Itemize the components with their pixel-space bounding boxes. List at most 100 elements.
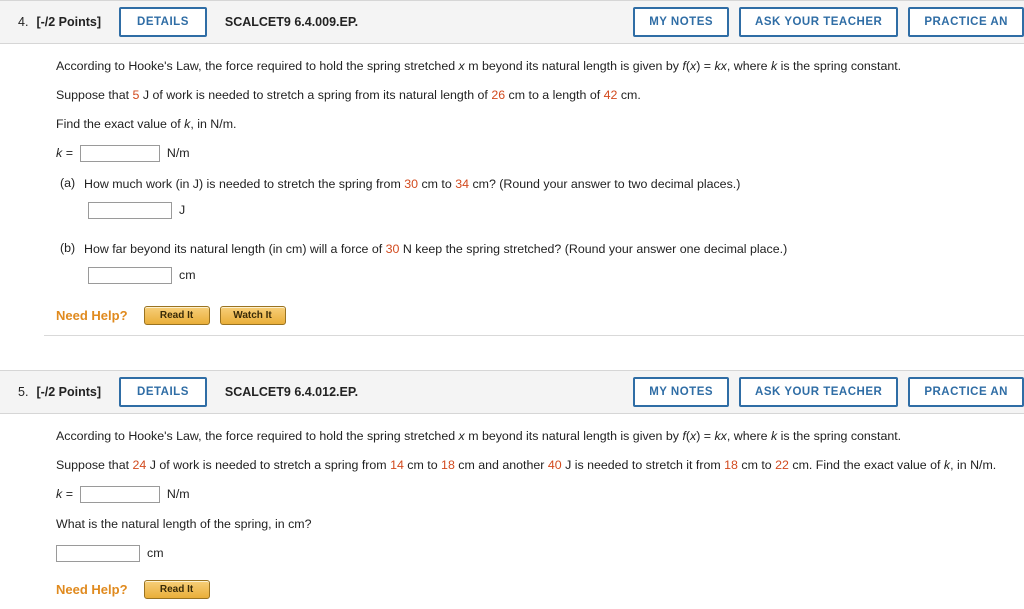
part-a-answer-input[interactable] <box>88 201 172 219</box>
my-notes-button[interactable]: MY NOTES <box>633 7 730 37</box>
problem-5-intro: According to Hooke's Law, the force requ… <box>56 428 1024 446</box>
part-a-value-2: 34 <box>455 176 469 191</box>
find-post: , in N/m. <box>190 116 237 131</box>
part-a-text-mid: cm to <box>418 176 456 191</box>
suppose-seg-1: J of work is needed to stretch a spring … <box>146 457 391 472</box>
problem-5-points: [-/2 Points] <box>36 384 102 399</box>
intro-text-b: m beyond its natural length is given by <box>464 428 683 443</box>
suppose-seg-3: cm and another <box>454 457 548 472</box>
suppose-pre: Suppose that <box>56 457 133 472</box>
problem-4-header: 4. [-/2 Points] DETAILS SCALCET9 6.4.009… <box>0 0 1024 44</box>
problem-4-number: 4. <box>18 15 29 29</box>
read-it-button[interactable]: Read It <box>143 305 210 325</box>
suppose-seg-6: cm. Find the exact value of <box>788 457 944 472</box>
part-b-value-1: 30 <box>385 241 400 256</box>
problem-4-part-a: (a) How much work (in J) is needed to st… <box>56 176 1024 219</box>
part-b-answer-input[interactable] <box>88 266 172 284</box>
my-notes-button[interactable]: MY NOTES <box>633 376 730 407</box>
suppose-end: cm. <box>617 87 641 102</box>
part-a-text: How much work (in J) is needed to stretc… <box>84 176 740 194</box>
natural-length-input[interactable] <box>56 544 140 562</box>
problem-5-header: 5. [-/2 Points] DETAILS SCALCET9 6.4.012… <box>0 369 1024 414</box>
part-b-text-pre: How far beyond its natural length (in cm… <box>84 241 386 256</box>
part-a-answer-row: J <box>88 201 1024 219</box>
details-button[interactable]: DETAILS <box>119 7 207 37</box>
suppose-mid-1: J of work is needed to stretch a spring … <box>139 87 492 102</box>
intro-text-a: According to Hooke's Law, the force requ… <box>56 428 459 443</box>
intro-text-d: ) = <box>696 59 715 73</box>
part-a-text-pre: How much work (in J) is needed to stretc… <box>84 176 405 191</box>
part-a-text-post: cm? (Round your answer to two decimal pl… <box>469 176 741 191</box>
suppose-seg-4: J is needed to stretch it from <box>561 457 725 472</box>
k-unit-label: N/m <box>166 487 190 502</box>
k-value-input[interactable] <box>79 485 160 503</box>
intro-text-e: , where <box>726 59 771 73</box>
part-a-value-1: 30 <box>404 176 419 191</box>
k-label: k = <box>56 146 73 161</box>
problem-4-points: [-/2 Points] <box>36 15 102 29</box>
problem-5-need-help: Need Help? Read It <box>56 579 1024 599</box>
problem-4: 4. [-/2 Points] DETAILS SCALCET9 6.4.009… <box>0 0 1024 336</box>
part-a-unit-label: J <box>179 203 186 218</box>
suppose-mid-2: cm to a length of <box>505 87 604 102</box>
intro-text-e: , where <box>726 428 771 443</box>
part-b-text: How far beyond its natural length (in cm… <box>84 241 787 259</box>
problems-gap <box>0 335 1024 370</box>
problem-5-body: According to Hooke's Law, the force requ… <box>0 414 1024 609</box>
watch-it-button[interactable]: Watch It <box>219 305 286 325</box>
problem-5-header-actions: MY NOTES ASK YOUR TEACHER PRACTICE AN <box>633 376 1024 407</box>
problem-4-divider <box>44 334 1024 336</box>
problem-4-intro: According to Hooke's Law, the force requ… <box>56 58 1024 76</box>
k-value-input[interactable] <box>79 144 160 162</box>
practice-another-button[interactable]: PRACTICE AN <box>908 376 1024 407</box>
details-button[interactable]: DETAILS <box>119 376 207 407</box>
intro-text-f: is the spring constant. <box>777 428 902 443</box>
problem-5-suppose: Suppose that 24 J of work is needed to s… <box>56 457 1024 475</box>
part-a-row: (a) How much work (in J) is needed to st… <box>56 176 1024 194</box>
k-unit-label: N/m <box>166 146 190 161</box>
problem-4-part-b: (b) How far beyond its natural length (i… <box>56 241 1024 284</box>
part-b-letter: (b) <box>60 240 76 255</box>
part-b-text-mid: N keep the spring stretched? (Round your… <box>399 241 788 256</box>
ask-your-teacher-button[interactable]: ASK YOUR TEACHER <box>739 7 899 37</box>
suppose-seg-7: , in N/m. <box>950 457 997 472</box>
intro-text-d: ) = <box>696 428 715 443</box>
find-pre: Find the exact value of <box>56 116 185 131</box>
intro-text-a: According to Hooke's Law, the force requ… <box>56 59 459 73</box>
problem-5-question: What is the natural length of the spring… <box>56 516 312 531</box>
suppose-seg-5: cm to <box>737 457 776 472</box>
problem-4-find: Find the exact value of k, in N/m. <box>56 116 1024 134</box>
intro-text-f: is the spring constant. <box>777 59 902 73</box>
suppose-work-2: 40 <box>547 457 562 472</box>
problem-4-need-help: Need Help? Read It Watch It <box>56 305 1024 325</box>
problem-5-natural-length-row: cm <box>56 544 1024 562</box>
need-help-label: Need Help? <box>56 307 128 323</box>
need-help-label: Need Help? <box>56 581 128 597</box>
practice-another-button[interactable]: PRACTICE AN <box>908 7 1024 37</box>
problem-4-header-actions: MY NOTES ASK YOUR TEACHER PRACTICE AN <box>633 7 1024 37</box>
suppose-value-1: 14 <box>390 457 404 472</box>
suppose-pre: Suppose that <box>56 87 133 102</box>
part-b-answer-row: cm <box>88 266 1024 284</box>
read-it-button[interactable]: Read It <box>143 579 210 599</box>
intro-text-b: m beyond its natural length is given by <box>464 59 683 73</box>
problem-5-k-answer-row: k = N/m <box>56 485 1024 503</box>
suppose-value-3: 18 <box>724 457 738 472</box>
suppose-work-1: 24 <box>132 457 147 472</box>
problem-4-suppose: Suppose that 5 J of work is needed to st… <box>56 87 1024 105</box>
part-a-letter: (a) <box>60 175 76 190</box>
natural-length-unit-label: cm <box>147 546 164 561</box>
part-b-unit-label: cm <box>179 268 196 283</box>
problem-4-body: According to Hooke's Law, the force requ… <box>0 44 1024 335</box>
ask-your-teacher-button[interactable]: ASK YOUR TEACHER <box>739 376 899 407</box>
problem-5-code: SCALCET9 6.4.012.EP. <box>224 384 359 399</box>
suppose-value-2: 18 <box>441 457 455 472</box>
part-b-row: (b) How far beyond its natural length (i… <box>56 241 1024 259</box>
problem-4-k-answer-row: k = N/m <box>56 144 1024 162</box>
k-label: k = <box>56 487 73 502</box>
suppose-natural-length: 26 <box>491 87 506 102</box>
suppose-seg-2: cm to <box>403 457 442 472</box>
suppose-stretched-length: 42 <box>603 87 618 102</box>
problem-5: 5. [-/2 Points] DETAILS SCALCET9 6.4.012… <box>0 369 1024 609</box>
suppose-value-4: 22 <box>775 457 789 472</box>
